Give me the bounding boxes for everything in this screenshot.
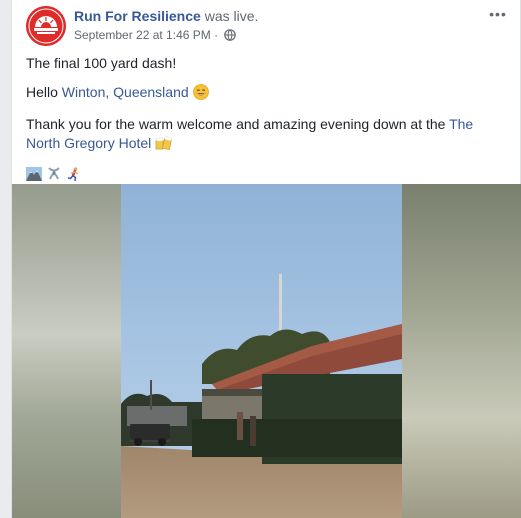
post-line-3: Thank you for the warm welcome and amazi… — [26, 115, 510, 156]
more-options-button[interactable]: ••• — [486, 7, 510, 26]
video-frame-image — [12, 184, 521, 518]
post-line-2-prefix: Hello — [26, 84, 62, 100]
more-options-icon: ••• — [489, 6, 507, 22]
post-line-2: Hello Winton, Queensland — [26, 83, 510, 105]
run-for-resilience-logo — [26, 6, 66, 46]
post-line-3-prefix: Thank you for the warm welcome and amazi… — [26, 116, 450, 132]
smiling-face-emoji — [192, 84, 209, 105]
beer-mugs-emoji — [155, 135, 173, 156]
meta-separator: · — [210, 28, 222, 42]
post-header: Run For Resilience was live. September 2… — [26, 6, 520, 46]
page-name-link[interactable]: Run For Resilience — [74, 8, 201, 24]
post-card: Run For Resilience was live. September 2… — [11, 0, 521, 518]
post-line-4 — [26, 164, 510, 186]
post-timestamp[interactable]: September 22 at 1:46 PM — [74, 28, 211, 42]
location-link[interactable]: Winton, Queensland — [62, 84, 189, 100]
page-avatar[interactable] — [26, 6, 66, 46]
globe-icon[interactable] — [224, 29, 237, 44]
post-message: The final 100 yard dash! Hello Winton, Q… — [26, 54, 510, 196]
post-line-1: The final 100 yard dash! — [26, 55, 177, 71]
live-status-text: was live. — [200, 8, 259, 24]
live-video-player[interactable] — [12, 184, 521, 518]
